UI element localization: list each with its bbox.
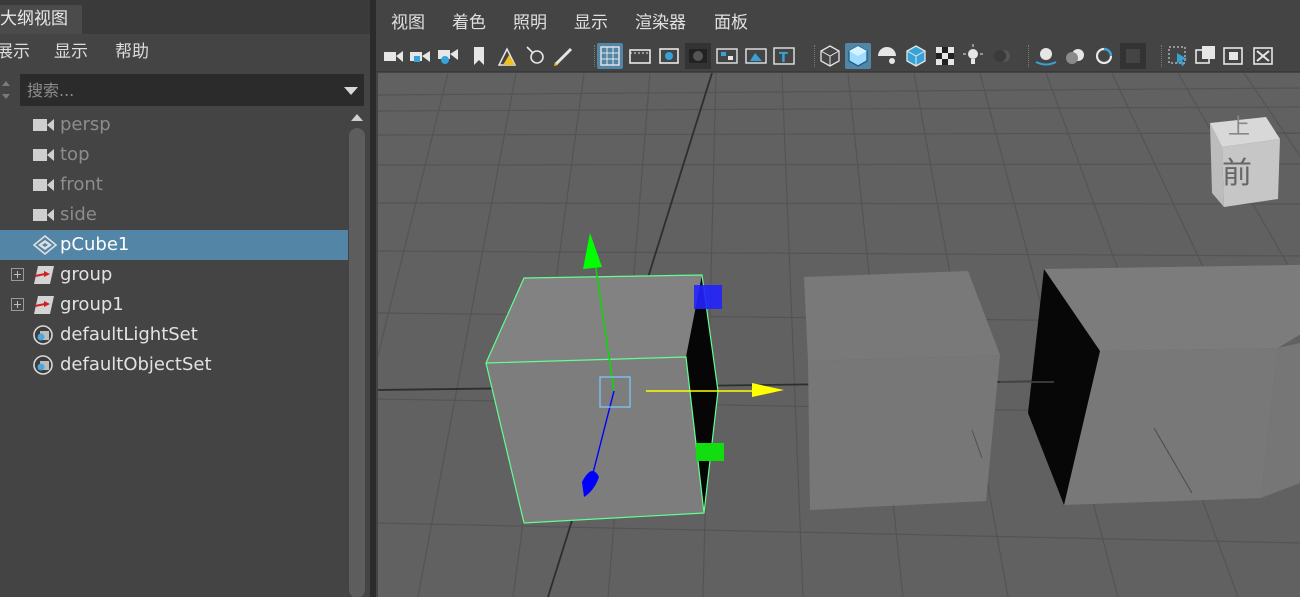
menu-view[interactable]: 视图 [391, 11, 425, 35]
toolbar-separator [1161, 45, 1163, 67]
toolbar-separator [594, 45, 596, 67]
scroll-thumb[interactable] [349, 128, 365, 597]
outliner-item-label: front [60, 174, 103, 195]
viewport-panel: 视图 着色 照明 显示 渲染器 面板 T 上 前 [376, 6, 1300, 597]
screen-space-ao-icon[interactable] [1033, 43, 1059, 69]
outliner-item-persp[interactable]: persp [0, 110, 348, 140]
menu-shading[interactable]: 着色 [452, 11, 486, 35]
scroll-up-icon[interactable] [351, 114, 363, 121]
camera-icon [32, 114, 56, 136]
camera-select-icon[interactable] [381, 43, 407, 69]
lock-camera-icon[interactable] [408, 43, 434, 69]
toolbar-separator [1028, 45, 1030, 67]
grease-pencil-icon[interactable] [551, 43, 577, 69]
view-cube[interactable]: 上 前 [1204, 113, 1282, 209]
outliner-titlebar: 大纲视图 [0, 0, 370, 34]
outliner-scrollbar[interactable] [348, 110, 366, 597]
outliner-item-group1[interactable]: group1 [0, 290, 348, 320]
use-lights-icon[interactable] [960, 43, 986, 69]
outliner-item-top[interactable]: top [0, 140, 348, 170]
scene-canvas[interactable] [378, 73, 1300, 597]
viewport-3d-scene[interactable]: 上 前 [378, 73, 1300, 597]
outliner-item-label: group [60, 264, 113, 285]
menu-renderer[interactable]: 渲染器 [635, 11, 686, 35]
menu-help[interactable]: 帮助 [115, 40, 149, 64]
film-gate-icon[interactable] [627, 43, 653, 69]
search-input[interactable] [21, 75, 331, 105]
camera-icon [32, 204, 56, 226]
menu-show[interactable]: 展示 [0, 40, 30, 64]
outliner-item-label: persp [60, 114, 111, 135]
menu-lighting[interactable]: 照明 [513, 11, 547, 35]
mesh-icon [32, 234, 58, 256]
image-plane-icon[interactable] [495, 43, 521, 69]
set-icon [32, 354, 56, 376]
outliner-item-group[interactable]: group [0, 260, 348, 290]
depth-of-field-icon[interactable] [1120, 43, 1146, 69]
menu-viewport-display[interactable]: 显示 [574, 11, 608, 35]
outliner-tree: persp top front side pCube1 group group1 defaul… [0, 110, 348, 597]
outliner-search-row [0, 72, 370, 108]
field-chart-icon[interactable] [714, 43, 740, 69]
view-cube-top-label[interactable]: 上 [1228, 115, 1250, 141]
xray-components-icon[interactable] [1251, 43, 1277, 69]
outliner-item-label: top [60, 144, 90, 165]
outliner-item-label: defaultObjectSet [60, 354, 212, 375]
outliner-item-defaultlightset[interactable]: defaultLightSet [0, 320, 348, 350]
anti-aliasing-icon[interactable] [1091, 43, 1117, 69]
xray-joints-icon[interactable] [1221, 43, 1247, 69]
search-dropdown-icon[interactable] [344, 87, 358, 95]
toolbar-separator [814, 45, 816, 67]
cube-right[interactable] [1028, 263, 1300, 505]
wireframe-icon[interactable] [817, 43, 843, 69]
search-box [20, 74, 364, 106]
outliner-item-defaultobjectset[interactable]: defaultObjectSet [0, 350, 348, 380]
outliner-menubar: 展示 显示 帮助 [0, 34, 370, 70]
outliner-item-label: group1 [60, 294, 124, 315]
two-d-pan-icon[interactable] [523, 43, 549, 69]
outliner-item-label: defaultLightSet [60, 324, 198, 345]
textured-icon[interactable] [932, 43, 958, 69]
expand-plus-icon[interactable] [11, 268, 24, 281]
outliner-item-label: side [60, 204, 97, 225]
xray-icon[interactable] [1193, 43, 1219, 69]
grid-icon[interactable] [597, 43, 623, 69]
isolate-select-icon[interactable] [1165, 43, 1191, 69]
bookmark-icon[interactable] [466, 43, 492, 69]
view-cube-front-label[interactable]: 前 [1222, 157, 1252, 191]
outliner-item-label: pCube1 [60, 234, 130, 255]
safe-action-icon[interactable] [743, 43, 769, 69]
cube-middle[interactable] [804, 271, 1054, 510]
outliner-item-side[interactable]: side [0, 200, 348, 230]
gizmo-plane-handle-xy [694, 285, 722, 309]
outliner-item-pcube1[interactable]: pCube1 [0, 230, 348, 260]
shadows-icon[interactable] [989, 43, 1015, 69]
motion-blur-icon[interactable] [1062, 43, 1088, 69]
outliner-title-tab[interactable]: 大纲视图 [0, 5, 82, 34]
default-material-icon[interactable] [874, 43, 900, 69]
gate-mask-icon[interactable] [685, 43, 711, 69]
menu-panels[interactable]: 面板 [714, 11, 748, 35]
gizmo-y-arrow-icon [583, 233, 602, 269]
outliner-panel: 大纲视图 展示 显示 帮助 persp top front side pCube1 gro… [0, 0, 370, 597]
viewport-menubar: 视图 着色 照明 显示 渲染器 面板 [376, 6, 1300, 40]
safe-title-icon[interactable]: T [771, 43, 797, 69]
smooth-shade-icon[interactable] [845, 43, 871, 69]
search-options-icon[interactable] [0, 78, 14, 102]
gizmo-plane-handle-xz [696, 443, 724, 461]
group-transform-icon [32, 264, 56, 286]
menu-display[interactable]: 显示 [54, 40, 88, 64]
expand-plus-icon[interactable] [11, 298, 24, 311]
camera-attributes-icon[interactable] [436, 43, 462, 69]
outliner-item-front[interactable]: front [0, 170, 348, 200]
viewport-toolbar: T [376, 40, 1300, 72]
svg-text:T: T [779, 51, 788, 66]
camera-icon [32, 174, 56, 196]
group-transform-icon [32, 294, 56, 316]
wireframe-on-shaded-icon[interactable] [903, 43, 929, 69]
camera-icon [32, 144, 56, 166]
set-icon [32, 324, 56, 346]
resolution-gate-icon[interactable] [656, 43, 682, 69]
